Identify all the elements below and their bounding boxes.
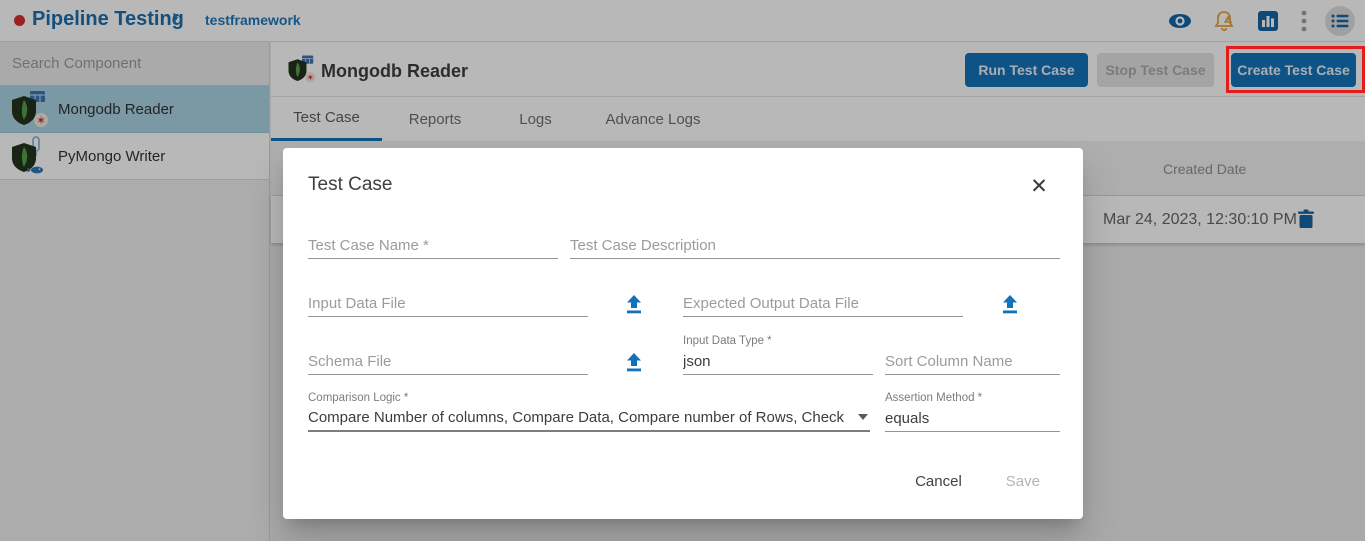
comparison-logic-select[interactable]: Compare Number of columns, Compare Data,… — [308, 406, 870, 432]
test-case-modal: Test Case ✕ Input Data Type * — [283, 148, 1083, 519]
input-data-file-upload-icon[interactable] — [622, 292, 646, 316]
input-data-type-input[interactable] — [683, 349, 873, 375]
schema-file-input[interactable] — [308, 349, 588, 375]
input-data-file-input[interactable] — [308, 291, 588, 317]
expected-output-file-upload-icon[interactable] — [998, 292, 1022, 316]
comparison-logic-label: Comparison Logic * — [308, 392, 870, 406]
test-case-name-input[interactable] — [308, 233, 558, 259]
comparison-logic-value: Compare Number of columns, Compare Data,… — [308, 406, 848, 430]
test-case-description-input[interactable] — [570, 233, 1060, 259]
chevron-down-icon — [858, 414, 868, 420]
modal-actions: Cancel Save — [915, 473, 1040, 490]
assertion-method-label: Assertion Method * — [885, 392, 1060, 406]
save-button[interactable]: Save — [1006, 473, 1040, 490]
input-data-type-label: Input Data Type * — [683, 335, 873, 349]
pipeline-testing-app: Pipeline Testing › testframework — [0, 0, 1365, 541]
modal-title: Test Case — [308, 174, 392, 196]
cancel-button[interactable]: Cancel — [915, 473, 962, 490]
assertion-method-input[interactable] — [885, 406, 1060, 432]
close-icon[interactable]: ✕ — [1025, 172, 1053, 200]
sort-column-name-input[interactable] — [885, 349, 1060, 375]
expected-output-data-file-input[interactable] — [683, 291, 963, 317]
schema-file-upload-icon[interactable] — [622, 350, 646, 374]
